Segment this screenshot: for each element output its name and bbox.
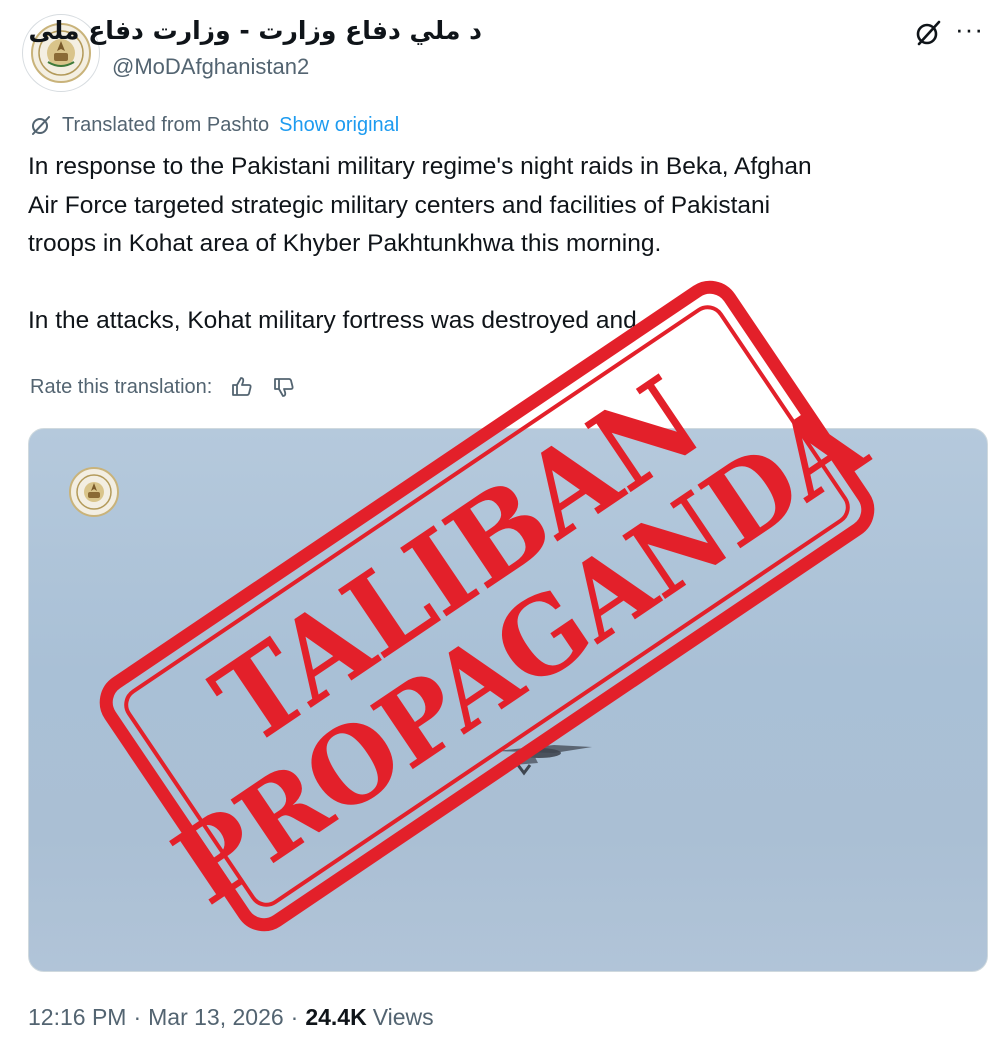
grok-icon[interactable] bbox=[913, 18, 943, 48]
tweet-line: Air Force targeted strategic military ce… bbox=[28, 191, 771, 219]
views-count: 24.4K bbox=[305, 1003, 367, 1030]
thumbs-down-icon[interactable] bbox=[272, 375, 296, 399]
tweet-line: In the attacks, Kohat military fortress … bbox=[28, 307, 637, 334]
tweet-line: In response to the Pakistani military re… bbox=[28, 153, 812, 180]
handle[interactable]: @MoDAfghanistan2 bbox=[112, 54, 309, 80]
thumbs-up-icon[interactable] bbox=[230, 375, 254, 399]
translate-icon bbox=[32, 116, 50, 135]
show-original-link[interactable]: Show original bbox=[279, 114, 399, 137]
translated-from-label: Translated from Pashto bbox=[62, 113, 270, 136]
rate-translation-label: Rate this translation: bbox=[30, 375, 213, 398]
drone-image bbox=[496, 745, 592, 776]
tweet-footer: 12:16 PM · Mar 13, 2026 · 24.4K Views bbox=[28, 1000, 434, 1034]
post-time[interactable]: 12:16 PM bbox=[28, 1004, 126, 1031]
rate-translation-bar: Rate this translation: bbox=[30, 372, 296, 402]
tweet-text: In response to the Pakistani military re… bbox=[28, 148, 978, 341]
separator: · bbox=[133, 1003, 142, 1030]
views-label: Views bbox=[372, 1003, 434, 1030]
post-date[interactable]: Mar 13, 2026 bbox=[148, 1004, 284, 1031]
ministry-emblem-icon bbox=[69, 467, 119, 517]
display-name[interactable]: د ملي دفاع وزارت - وزارت دفاع ملی bbox=[29, 16, 482, 45]
translation-bar: Translated from Pashto Show original bbox=[30, 112, 399, 138]
separator: · bbox=[290, 1003, 299, 1030]
tweet-line: troops in Kohat area of Khyber Pakhtunkh… bbox=[28, 230, 662, 257]
more-options-icon[interactable]: ··· bbox=[955, 14, 984, 44]
media-video[interactable] bbox=[28, 428, 988, 972]
